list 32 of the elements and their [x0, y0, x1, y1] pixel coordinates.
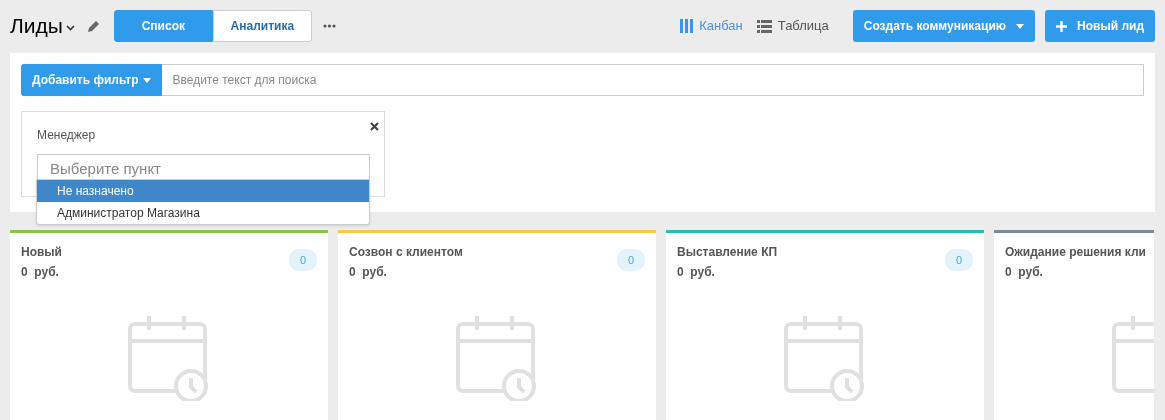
column-title: Новый	[21, 244, 62, 261]
column-title: Ожидание решения кли	[1005, 244, 1146, 261]
column-sum: 0 руб.	[21, 264, 60, 281]
column-sum: 0 руб.	[349, 264, 388, 281]
pencil-icon[interactable]	[86, 19, 100, 33]
column-title: Выставление КП	[677, 244, 778, 261]
action-button[interactable]: Новый лид	[1045, 10, 1155, 42]
column-sum: 0 руб.	[1005, 264, 1044, 281]
filter-label: Менеджер	[37, 127, 97, 144]
caret-icon	[143, 77, 152, 83]
dropdown-option[interactable]: Не назначено	[37, 180, 369, 202]
add-filter-button[interactable]: Добавить фильтр	[21, 64, 163, 96]
search-field[interactable]: Введите текст для поиска	[162, 64, 1144, 96]
tab[interactable]: Список	[113, 10, 213, 42]
more-icon[interactable]	[322, 24, 336, 28]
columns-icon	[680, 19, 694, 33]
view-toggle[interactable]: Канбан	[680, 16, 743, 36]
column-sum: 0 руб.	[677, 264, 716, 281]
caret-icon[interactable]	[65, 25, 75, 31]
tab[interactable]: Аналитика	[212, 10, 312, 42]
count-badge: 0	[289, 249, 317, 271]
dropdown-option[interactable]: Администратор Магазина	[37, 202, 369, 224]
close-icon[interactable]	[370, 122, 379, 131]
list-icon	[756, 19, 772, 33]
column-title: Созвон с клиентом	[349, 244, 463, 261]
action-button[interactable]: Создать коммуникацию	[852, 10, 1036, 42]
view-toggle[interactable]: Таблица	[756, 16, 829, 36]
count-badge: 0	[617, 249, 645, 271]
count-badge: 0	[945, 249, 973, 271]
caret-icon	[1016, 23, 1025, 29]
plus-icon	[1056, 20, 1068, 32]
page-title[interactable]: Лиды	[10, 10, 63, 42]
